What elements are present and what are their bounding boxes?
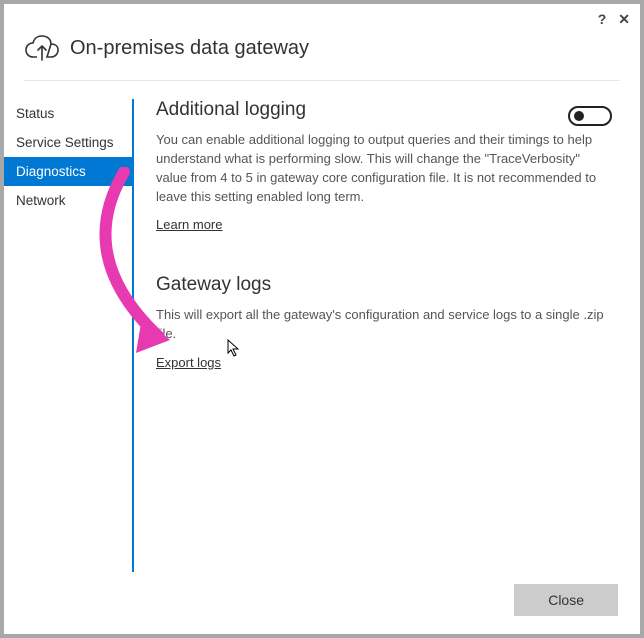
help-icon[interactable]: ? xyxy=(598,11,607,27)
export-logs-link[interactable]: Export logs xyxy=(156,355,221,370)
sidebar-item-network[interactable]: Network xyxy=(4,186,132,215)
cloud-gateway-icon xyxy=(24,34,60,62)
footer: Close xyxy=(4,572,640,634)
titlebar: ? ✕ xyxy=(4,4,640,28)
body: Status Service Settings Diagnostics Netw… xyxy=(4,81,640,572)
additional-logging-title: Additional logging xyxy=(156,99,306,121)
gateway-logs-desc: This will export all the gateway's confi… xyxy=(156,306,612,344)
close-button[interactable]: Close xyxy=(514,584,618,616)
gateway-logs-title: Gateway logs xyxy=(156,274,612,296)
sidebar-item-service-settings[interactable]: Service Settings xyxy=(4,128,132,157)
header: On-premises data gateway xyxy=(4,28,640,80)
toggle-knob xyxy=(574,111,584,121)
gateway-config-window: ? ✕ On-premises data gateway Status Serv… xyxy=(4,4,640,634)
learn-more-link[interactable]: Learn more xyxy=(156,217,222,232)
gateway-logs-section: Gateway logs This will export all the ga… xyxy=(156,274,612,372)
close-icon[interactable]: ✕ xyxy=(618,11,630,28)
additional-logging-desc: You can enable additional logging to out… xyxy=(156,131,612,206)
sidebar-item-diagnostics[interactable]: Diagnostics xyxy=(4,157,132,186)
window-title: On-premises data gateway xyxy=(70,37,309,60)
additional-logging-section: Additional logging You can enable additi… xyxy=(156,99,612,234)
additional-logging-toggle[interactable] xyxy=(568,106,612,126)
content-panel: Additional logging You can enable additi… xyxy=(134,95,620,572)
sidebar: Status Service Settings Diagnostics Netw… xyxy=(4,95,132,572)
sidebar-item-status[interactable]: Status xyxy=(4,99,132,128)
